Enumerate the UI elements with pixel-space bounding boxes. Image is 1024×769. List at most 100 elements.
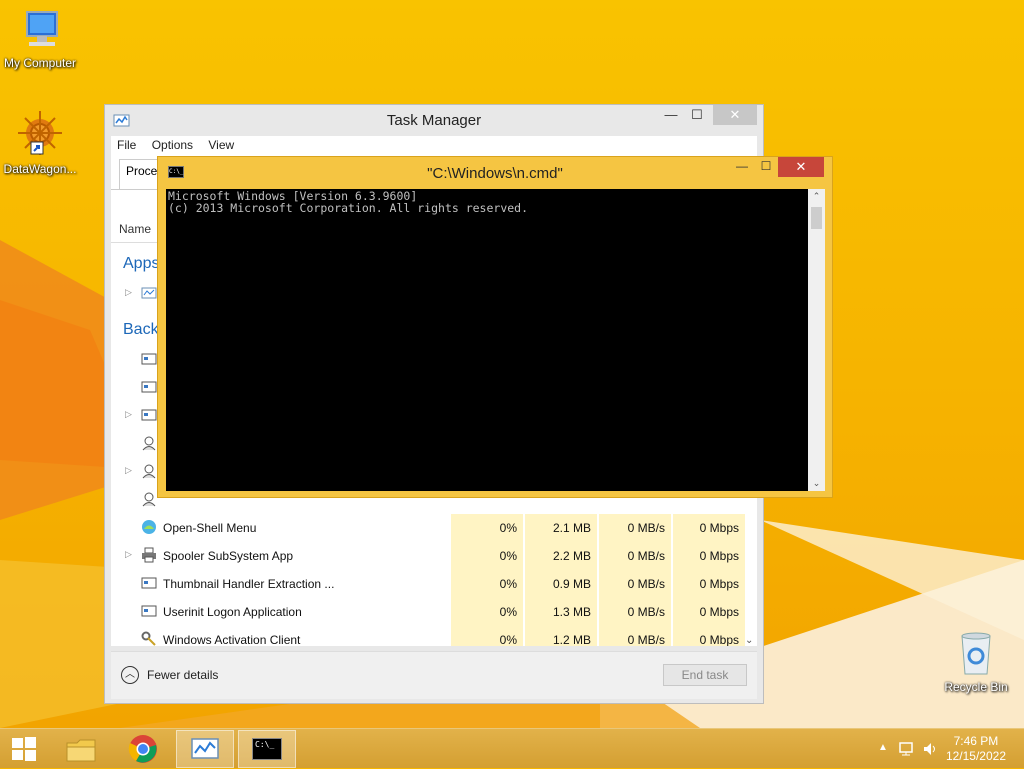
taskbar-cmd[interactable]: C:\_ <box>238 730 296 768</box>
window-icon <box>141 381 157 393</box>
open-shell-icon <box>142 520 156 534</box>
chrome-icon <box>128 735 157 763</box>
recycle-bin-label: Recycle Bin <box>944 680 1008 694</box>
memory-cell: 2.2 MB <box>525 542 597 570</box>
process-name: Windows Activation Client <box>163 633 301 646</box>
window-icon <box>141 409 157 421</box>
network-cell: 0 Mbps <box>673 598 745 626</box>
process-row[interactable]: ▷ Spooler SubSystem App 0% 2.2 MB 0 MB/s… <box>111 542 757 570</box>
console-line: (c) 2013 Microsoft Corporation. All righ… <box>168 201 529 215</box>
console-scrollbar[interactable]: ⌃ ⌄ <box>808 189 825 491</box>
fewer-details-label: Fewer details <box>147 668 219 682</box>
memory-cell: 1.2 MB <box>525 626 597 646</box>
recycle-bin-desktop-icon[interactable]: Recycle Bin <box>936 630 1016 694</box>
users-icon <box>142 492 156 507</box>
process-row[interactable]: Userinit Logon Application 0% 1.3 MB 0 M… <box>111 598 757 626</box>
windows-logo-icon <box>12 737 36 761</box>
users-icon <box>142 436 156 451</box>
scroll-up-icon[interactable]: ⌃ <box>808 191 825 202</box>
network-cell: 0 Mbps <box>673 542 745 570</box>
console-scroll-thumb[interactable] <box>811 207 822 229</box>
taskbar-file-explorer[interactable] <box>52 730 110 768</box>
process-name: Spooler SubSystem App <box>163 549 294 563</box>
section-apps: Apps <box>123 255 160 272</box>
menu-file[interactable]: File <box>111 136 142 154</box>
cpu-cell: 0% <box>451 626 523 646</box>
memory-cell: 1.3 MB <box>525 598 597 626</box>
task-manager-app-icon <box>141 287 157 299</box>
taskbar: C:\_ ▲ 7:46 PM 12/15/2022 <box>0 728 1024 768</box>
datawagon-icon <box>18 111 62 155</box>
process-name: Open-Shell Menu <box>163 521 257 535</box>
users-icon <box>142 464 156 479</box>
show-hidden-icons-icon[interactable]: ▲ <box>878 742 888 753</box>
cmd-taskbar-icon: C:\_ <box>252 738 282 760</box>
disk-cell: 0 MB/s <box>599 542 671 570</box>
taskbar-chrome[interactable] <box>114 730 172 768</box>
network-cell: 0 Mbps <box>673 626 745 646</box>
task-manager-titlebar[interactable]: Task Manager — ☐ ✕ <box>105 105 763 135</box>
window-icon <box>141 605 157 617</box>
memory-cell: 2.1 MB <box>525 514 597 542</box>
computer-icon <box>26 11 58 46</box>
console-output[interactable]: Microsoft Windows [Version 6.3.9600] (c) … <box>166 189 808 491</box>
clock-date: 12/15/2022 <box>945 749 1006 763</box>
network-cell: 0 Mbps <box>673 570 745 598</box>
expand-icon[interactable]: ▷ <box>125 409 132 420</box>
clock-time: 7:46 PM <box>953 734 999 748</box>
key-icon <box>141 631 156 646</box>
section-background: Back <box>123 321 159 338</box>
cmd-close-button[interactable]: ✕ <box>778 157 824 177</box>
process-name: Userinit Logon Application <box>163 605 302 619</box>
process-name: Thumbnail Handler Extraction ... <box>163 577 335 591</box>
process-row[interactable]: Open-Shell Menu 0% 2.1 MB 0 MB/s 0 Mbps <box>111 514 757 542</box>
my-computer-label: My Computer <box>3 56 77 70</box>
system-tray: ▲ 7:46 PM 12/15/2022 <box>864 729 1024 769</box>
end-task-button[interactable]: End task <box>663 664 747 686</box>
disk-cell: 0 MB/s <box>599 598 671 626</box>
volume-icon[interactable] <box>922 741 938 757</box>
folder-icon <box>66 739 96 762</box>
start-button[interactable] <box>0 730 48 768</box>
disk-cell: 0 MB/s <box>599 514 671 542</box>
chevron-up-icon: ︿ <box>121 666 139 684</box>
my-computer-desktop-icon[interactable]: My Computer <box>0 8 80 70</box>
clock[interactable]: 7:46 PM 12/15/2022 <box>946 734 1006 764</box>
expand-icon[interactable]: ▷ <box>125 287 132 298</box>
window-icon <box>141 353 157 365</box>
menu-view[interactable]: View <box>202 136 240 154</box>
taskbar-task-manager[interactable] <box>176 730 234 768</box>
disk-cell: 0 MB/s <box>599 570 671 598</box>
printer-icon <box>142 547 156 563</box>
menu-options[interactable]: Options <box>146 136 199 154</box>
cpu-cell: 0% <box>451 514 523 542</box>
cmd-window: C:\_ "C:\Windows\n.cmd" — ☐ ✕ Microsoft … <box>157 156 833 498</box>
recycle-bin-icon <box>961 632 991 675</box>
cmd-maximize-button[interactable]: ☐ <box>752 157 780 177</box>
expand-icon[interactable]: ▷ <box>125 549 132 560</box>
scroll-down-icon[interactable]: ⌄ <box>808 478 825 489</box>
column-header-name[interactable]: Name <box>119 222 151 236</box>
network-icon[interactable] <box>898 741 916 757</box>
task-manager-close-button[interactable]: ✕ <box>713 105 757 125</box>
window-icon <box>141 577 157 589</box>
fewer-details-toggle[interactable]: ︿ Fewer details <box>121 666 218 684</box>
process-row[interactable]: Thumbnail Handler Extraction ... 0% 0.9 … <box>111 570 757 598</box>
cpu-cell: 0% <box>451 598 523 626</box>
task-manager-minimize-button[interactable]: — <box>657 105 685 125</box>
expand-icon[interactable]: ▷ <box>125 465 132 476</box>
task-manager-icon <box>191 738 219 759</box>
scroll-down-icon[interactable]: ⌄ <box>745 635 753 646</box>
cmd-titlebar[interactable]: C:\_ "C:\Windows\n.cmd" — ☐ ✕ <box>158 157 832 189</box>
cpu-cell: 0% <box>451 542 523 570</box>
task-manager-maximize-button[interactable]: ☐ <box>683 105 711 125</box>
memory-cell: 0.9 MB <box>525 570 597 598</box>
cpu-cell: 0% <box>451 570 523 598</box>
task-manager-menubar: File Options View <box>111 136 757 156</box>
datawagon-label: DataWagon... <box>3 162 77 176</box>
network-cell: 0 Mbps <box>673 514 745 542</box>
disk-cell: 0 MB/s <box>599 626 671 646</box>
datawagon-desktop-icon[interactable]: DataWagon... <box>0 110 80 176</box>
process-row[interactable]: Windows Activation Client 0% 1.2 MB 0 MB… <box>111 626 757 646</box>
task-manager-footer: ︿ Fewer details End task <box>111 651 757 699</box>
